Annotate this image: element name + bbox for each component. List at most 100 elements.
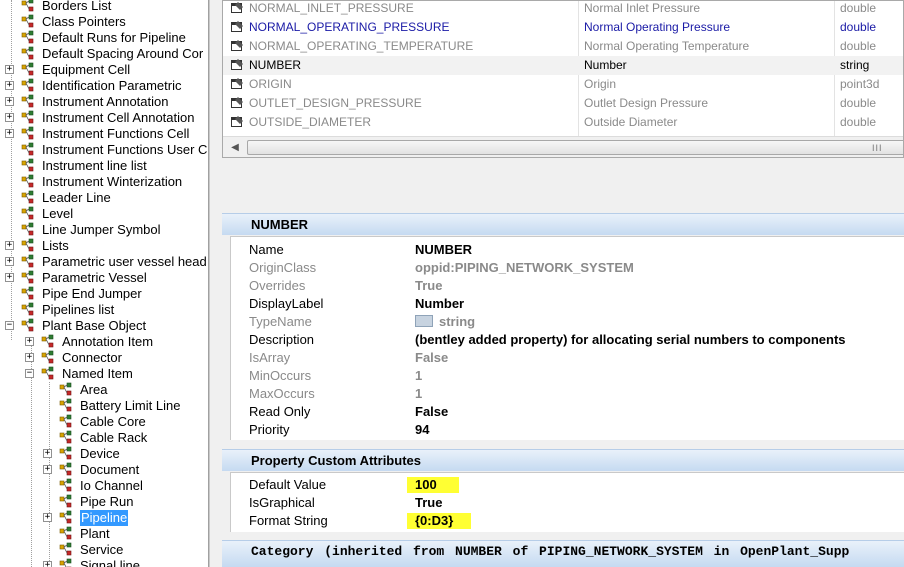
tree-item[interactable]: + Connector <box>0 350 208 366</box>
tree-item-label: Io Channel <box>80 478 143 493</box>
tree-item[interactable]: Pipe Run <box>0 494 208 510</box>
expand-icon[interactable]: + <box>5 257 14 266</box>
expand-icon[interactable]: + <box>43 561 52 567</box>
tree-item[interactable]: + Instrument Cell Annotation <box>0 110 208 126</box>
attribute-key: Format String <box>249 513 328 528</box>
tree-item[interactable]: + Device <box>0 446 208 462</box>
ec-class-icon <box>40 334 58 350</box>
detail-row[interactable]: OriginClass oppid:PIPING_NETWORK_SYSTEM <box>231 259 904 277</box>
detail-row[interactable]: MinOccurs 1 <box>231 367 904 385</box>
tree-item[interactable]: + Signal line <box>0 558 208 567</box>
collapse-icon[interactable]: − <box>25 369 34 378</box>
expand-icon[interactable]: + <box>5 241 14 250</box>
attribute-row[interactable]: Default Value 100 <box>231 476 904 494</box>
tree-item-label: Class Pointers <box>42 14 126 29</box>
tree-item[interactable]: Default Spacing Around Cor <box>0 46 208 62</box>
tree-item[interactable]: + Instrument Functions Cell <box>0 126 208 142</box>
attribute-row[interactable]: Format String {0:D3} <box>231 512 904 530</box>
expand-icon[interactable]: + <box>25 337 34 346</box>
property-list[interactable]: NORMAL_INLET_PRESSURE Normal Inlet Pressu… <box>222 0 904 158</box>
tree-item[interactable]: Instrument Winterization <box>0 174 208 190</box>
tree-item[interactable]: Pipelines list <box>0 302 208 318</box>
tree-item-label: Instrument Winterization <box>42 174 183 189</box>
ec-class-icon <box>20 318 38 334</box>
detail-row[interactable]: IsArray False <box>231 349 904 367</box>
tree-item[interactable]: + Annotation Item <box>0 334 208 350</box>
tree-item[interactable]: Pipe End Jumper <box>0 286 208 302</box>
expand-icon[interactable]: + <box>43 449 52 458</box>
expand-icon[interactable]: + <box>5 129 14 138</box>
tree-item[interactable]: + Parametric user vessel head <box>0 254 208 270</box>
tree-item-label: Instrument Annotation <box>42 94 169 109</box>
tree-item[interactable]: Default Runs for Pipeline <box>0 30 208 46</box>
ec-class-icon <box>58 526 76 542</box>
tree-item[interactable]: Io Channel <box>0 478 208 494</box>
tree-item[interactable]: Cable Rack <box>0 430 208 446</box>
tree-item[interactable]: Cable Core <box>0 414 208 430</box>
expand-icon[interactable]: + <box>5 65 14 74</box>
property-row[interactable]: NUMBER Number string <box>223 56 903 75</box>
detail-row[interactable]: TypeName string <box>231 313 904 331</box>
scroll-left-icon[interactable]: ◀ <box>227 141 243 155</box>
ec-class-icon <box>58 558 76 567</box>
tree-item[interactable]: Leader Line <box>0 190 208 206</box>
attribute-row[interactable]: IsGraphical True <box>231 494 904 512</box>
expand-icon[interactable]: + <box>5 97 14 106</box>
class-tree[interactable]: Borders List Class Pointers Default Runs f… <box>0 0 209 567</box>
tree-item-label: Plant Base Object <box>42 318 147 333</box>
property-details-title: NUMBER <box>251 217 309 232</box>
property-icon <box>231 39 245 52</box>
tree-item-label: Signal line <box>80 558 140 567</box>
tree-item[interactable]: Area <box>0 382 208 398</box>
tree-item[interactable]: + Instrument Annotation <box>0 94 208 110</box>
tree-item[interactable]: Instrument Functions User C <box>0 142 208 158</box>
detail-row[interactable]: Read Only False <box>231 403 904 421</box>
expand-icon[interactable]: + <box>5 273 14 282</box>
tree-item[interactable]: + Lists <box>0 238 208 254</box>
tree-item[interactable]: − Plant Base Object <box>0 318 208 334</box>
tree-item[interactable]: Level <box>0 206 208 222</box>
tree-item[interactable]: Class Pointers <box>0 14 208 30</box>
tree-item-label: Line Jumper Symbol <box>42 222 161 237</box>
expand-icon[interactable]: + <box>43 513 52 522</box>
tree-item[interactable]: − Named Item <box>0 366 208 382</box>
attribute-value: True <box>415 495 443 510</box>
detail-row[interactable]: Overrides True <box>231 277 904 295</box>
expand-icon[interactable]: + <box>25 353 34 362</box>
detail-row[interactable]: Description (bentley added property) for … <box>231 331 904 349</box>
splitter[interactable] <box>209 0 217 567</box>
category-header[interactable]: Category (inherited from NUMBER of PIPIN… <box>222 540 904 567</box>
detail-row[interactable]: DisplayLabel Number <box>231 295 904 313</box>
tree-item[interactable]: + Identification Parametric <box>0 78 208 94</box>
expand-icon[interactable]: + <box>43 465 52 474</box>
collapse-icon[interactable]: − <box>5 321 14 330</box>
custom-attributes-header[interactable]: Property Custom Attributes <box>222 449 904 471</box>
tree-item[interactable]: + Document <box>0 462 208 478</box>
tree-item[interactable]: Instrument line list <box>0 158 208 174</box>
tree-item[interactable]: Battery Limit Line <box>0 398 208 414</box>
tree-item[interactable]: Borders List <box>0 0 208 14</box>
detail-row[interactable]: Name NUMBER <box>231 241 904 259</box>
property-row[interactable]: NORMAL_INLET_PRESSURE Normal Inlet Pressu… <box>223 1 903 18</box>
tree-item[interactable]: + Parametric Vessel <box>0 270 208 286</box>
scroll-thumb[interactable]: III <box>247 140 903 155</box>
tree-item[interactable]: + Equipment Cell <box>0 62 208 78</box>
detail-row[interactable]: MaxOccurs 1 <box>231 385 904 403</box>
horizontal-scrollbar[interactable]: ◀ III <box>223 136 903 157</box>
property-row[interactable]: NORMAL_OPERATING_TEMPERATURE Normal Opera… <box>223 37 903 56</box>
detail-key: Overrides <box>249 278 306 293</box>
property-row[interactable]: OUTSIDE_DIAMETER Outside Diameter double <box>223 113 903 132</box>
property-row[interactable]: NORMAL_OPERATING_PRESSURE Normal Operatin… <box>223 18 903 37</box>
tree-item-label: Lists <box>42 238 69 253</box>
tree-item[interactable]: Line Jumper Symbol <box>0 222 208 238</box>
tree-item[interactable]: Plant <box>0 526 208 542</box>
property-row[interactable]: OUTLET_DESIGN_PRESSURE Outlet Design Pres… <box>223 94 903 113</box>
detail-row[interactable]: Priority 94 <box>231 421 904 439</box>
tree-item[interactable]: + Pipeline <box>0 510 208 526</box>
tree-item[interactable]: Service <box>0 542 208 558</box>
expand-icon[interactable]: + <box>5 113 14 122</box>
property-row[interactable]: ORIGIN Origin point3d <box>223 75 903 94</box>
expand-icon[interactable]: + <box>5 81 14 90</box>
property-details-header[interactable]: NUMBER <box>222 213 904 235</box>
property-display-label: Outside Diameter <box>584 115 678 129</box>
